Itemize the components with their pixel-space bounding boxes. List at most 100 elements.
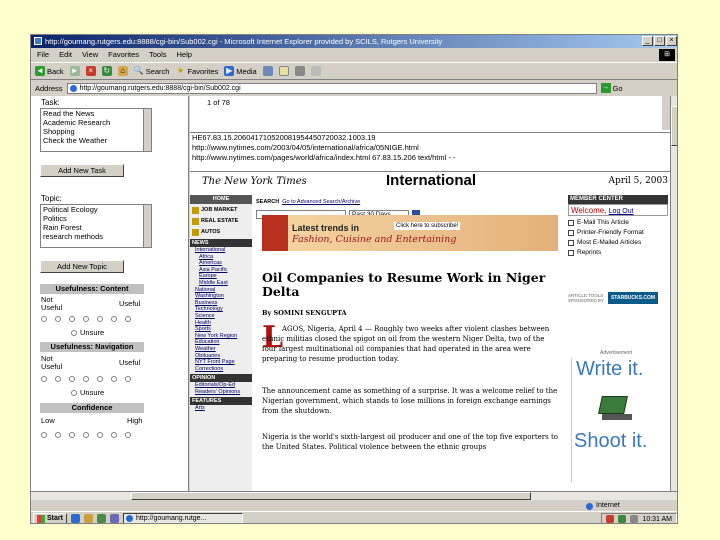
side-ad[interactable]: Write it. Shoot it. — [571, 358, 668, 483]
quicklaunch-desktop-icon[interactable] — [96, 514, 106, 523]
menu-edit[interactable]: Edit — [59, 49, 72, 61]
minimize-button[interactable]: _ — [642, 36, 653, 46]
nav-link[interactable]: Arts — [190, 405, 252, 412]
vertical-scroll-thumb[interactable] — [671, 106, 677, 146]
confidence-radio-6[interactable] — [111, 432, 117, 438]
sponsor-logo[interactable]: STARBUCKS.COM — [608, 292, 658, 304]
menu-view[interactable]: View — [82, 49, 98, 61]
confidence-radio-3[interactable] — [69, 432, 75, 438]
mail-button[interactable] — [278, 66, 289, 76]
content-radio-2[interactable] — [55, 316, 61, 322]
menu-favorites[interactable]: Favorites — [108, 49, 139, 61]
nav-link[interactable]: Weather — [190, 346, 252, 353]
navigation-unsure[interactable]: Unsure — [71, 388, 104, 397]
horizontal-scrollbar[interactable] — [31, 491, 677, 500]
counter-scrollbar[interactable] — [662, 96, 670, 130]
menu-file[interactable]: File — [37, 49, 49, 61]
vertical-scrollbar[interactable] — [670, 96, 677, 491]
nav-real-estate[interactable]: REAL ESTATE — [190, 216, 252, 226]
nav-link[interactable]: Business — [190, 300, 252, 307]
add-topic-button[interactable]: Add New Topic — [40, 260, 124, 273]
task-item[interactable]: Academic Research — [43, 118, 151, 127]
home-button[interactable]: ⌂ — [117, 66, 128, 76]
task-list[interactable]: Read the News Academic Research Shopping… — [40, 108, 152, 152]
navigation-radio-3[interactable] — [69, 376, 75, 382]
nav-link[interactable]: Washington — [190, 293, 252, 300]
print-button[interactable] — [294, 66, 305, 76]
close-button[interactable]: × — [666, 36, 677, 46]
task-item[interactable]: Check the Weather — [43, 136, 151, 145]
advanced-search-link[interactable]: Go to Advanced Search/Archive — [282, 199, 360, 205]
address-input[interactable]: http://goumang.rutgers.edu:8888/cgi-bin/… — [66, 82, 597, 94]
task-item[interactable]: Shopping — [43, 127, 151, 136]
topic-item[interactable]: Political Ecology — [43, 205, 151, 214]
nav-link[interactable]: Obituaries — [190, 353, 252, 360]
favorites-button[interactable]: ★ Favorites — [175, 66, 218, 76]
content-unsure[interactable]: Unsure — [71, 328, 104, 337]
nav-job-market[interactable]: JOB MARKET — [190, 205, 252, 215]
nav-link[interactable]: National — [190, 287, 252, 294]
content-radio-4[interactable] — [83, 316, 89, 322]
nav-home[interactable]: HOME — [190, 195, 252, 204]
search-button[interactable]: 🔍 Search — [134, 66, 170, 76]
media-button[interactable]: ▶ Media — [224, 66, 257, 76]
forward-button[interactable]: ► — [69, 66, 80, 76]
topic-list[interactable]: Political Ecology Politics Rain Forest r… — [40, 204, 152, 248]
go-button[interactable]: → Go — [600, 83, 623, 93]
nav-link[interactable]: Middle East — [190, 280, 252, 287]
stop-button[interactable]: × — [85, 66, 96, 76]
navigation-radio-1[interactable] — [41, 376, 47, 382]
refresh-button[interactable]: ↻ — [101, 66, 112, 76]
tray-antivirus-icon[interactable] — [606, 515, 615, 523]
nav-link[interactable]: Health — [190, 320, 252, 327]
tray-volume-icon[interactable] — [630, 515, 639, 523]
add-task-button[interactable]: Add New Task — [40, 164, 124, 177]
nav-link[interactable]: Sports — [190, 326, 252, 333]
nav-link[interactable]: Editorials/Op-Ed — [190, 382, 252, 389]
banner-ad[interactable]: Latest trends in Fashion, Cuisine and En… — [262, 215, 558, 251]
confidence-radio-1[interactable] — [41, 432, 47, 438]
nav-link[interactable]: International — [190, 247, 252, 254]
nav-link[interactable]: Corrections — [190, 366, 252, 373]
navigation-radio-2[interactable] — [55, 376, 61, 382]
nav-link[interactable]: Readers' Opinions — [190, 389, 252, 396]
topic-item[interactable]: Politics — [43, 214, 151, 223]
nav-link[interactable]: Technology — [190, 306, 252, 313]
nav-link[interactable]: New York Region — [190, 333, 252, 340]
navigation-radio-4[interactable] — [83, 376, 89, 382]
back-button[interactable]: ◄ Back — [35, 66, 64, 76]
tool-reprints[interactable]: Reprints — [568, 249, 668, 256]
content-radio-6[interactable] — [111, 316, 117, 322]
menu-tools[interactable]: Tools — [149, 49, 167, 61]
ad-subscribe[interactable]: Click here to subscribe! — [394, 222, 461, 230]
nav-link[interactable]: Asia Pacific — [190, 267, 252, 274]
confidence-radio-4[interactable] — [83, 432, 89, 438]
content-radio-7[interactable] — [125, 316, 131, 322]
nav-link[interactable]: Africa — [190, 254, 252, 261]
nav-link[interactable]: Science — [190, 313, 252, 320]
topic-item[interactable]: Rain Forest — [43, 223, 151, 232]
confidence-radio-5[interactable] — [97, 432, 103, 438]
tool-print[interactable]: Printer-Friendly Format — [568, 229, 668, 236]
maximize-button[interactable]: □ — [654, 36, 665, 46]
topic-list-scrollbar[interactable] — [143, 205, 151, 247]
nav-link[interactable]: Americas — [190, 260, 252, 267]
content-radio-3[interactable] — [69, 316, 75, 322]
nav-link[interactable]: Europe — [190, 273, 252, 280]
quicklaunch-media-icon[interactable] — [109, 514, 119, 523]
quicklaunch-ie-icon[interactable] — [70, 514, 80, 523]
nyt-logo[interactable]: The New York Times — [202, 176, 307, 187]
navigation-radio-6[interactable] — [111, 376, 117, 382]
content-radio-5[interactable] — [97, 316, 103, 322]
menu-help[interactable]: Help — [177, 49, 192, 61]
edit-button[interactable] — [310, 66, 321, 76]
nav-autos[interactable]: AUTOS — [190, 227, 252, 237]
log-out-link[interactable]: Log Out — [609, 208, 634, 215]
navigation-unsure-radio[interactable] — [71, 389, 77, 396]
navigation-radio-5[interactable] — [97, 376, 103, 382]
navigation-radio-7[interactable] — [125, 376, 131, 382]
task-item[interactable]: Read the News — [43, 109, 151, 118]
content-radio-1[interactable] — [41, 316, 47, 322]
taskbar-ie-window[interactable]: http://goumang.rutge... — [122, 512, 243, 523]
topic-item[interactable]: research methods — [43, 232, 151, 241]
